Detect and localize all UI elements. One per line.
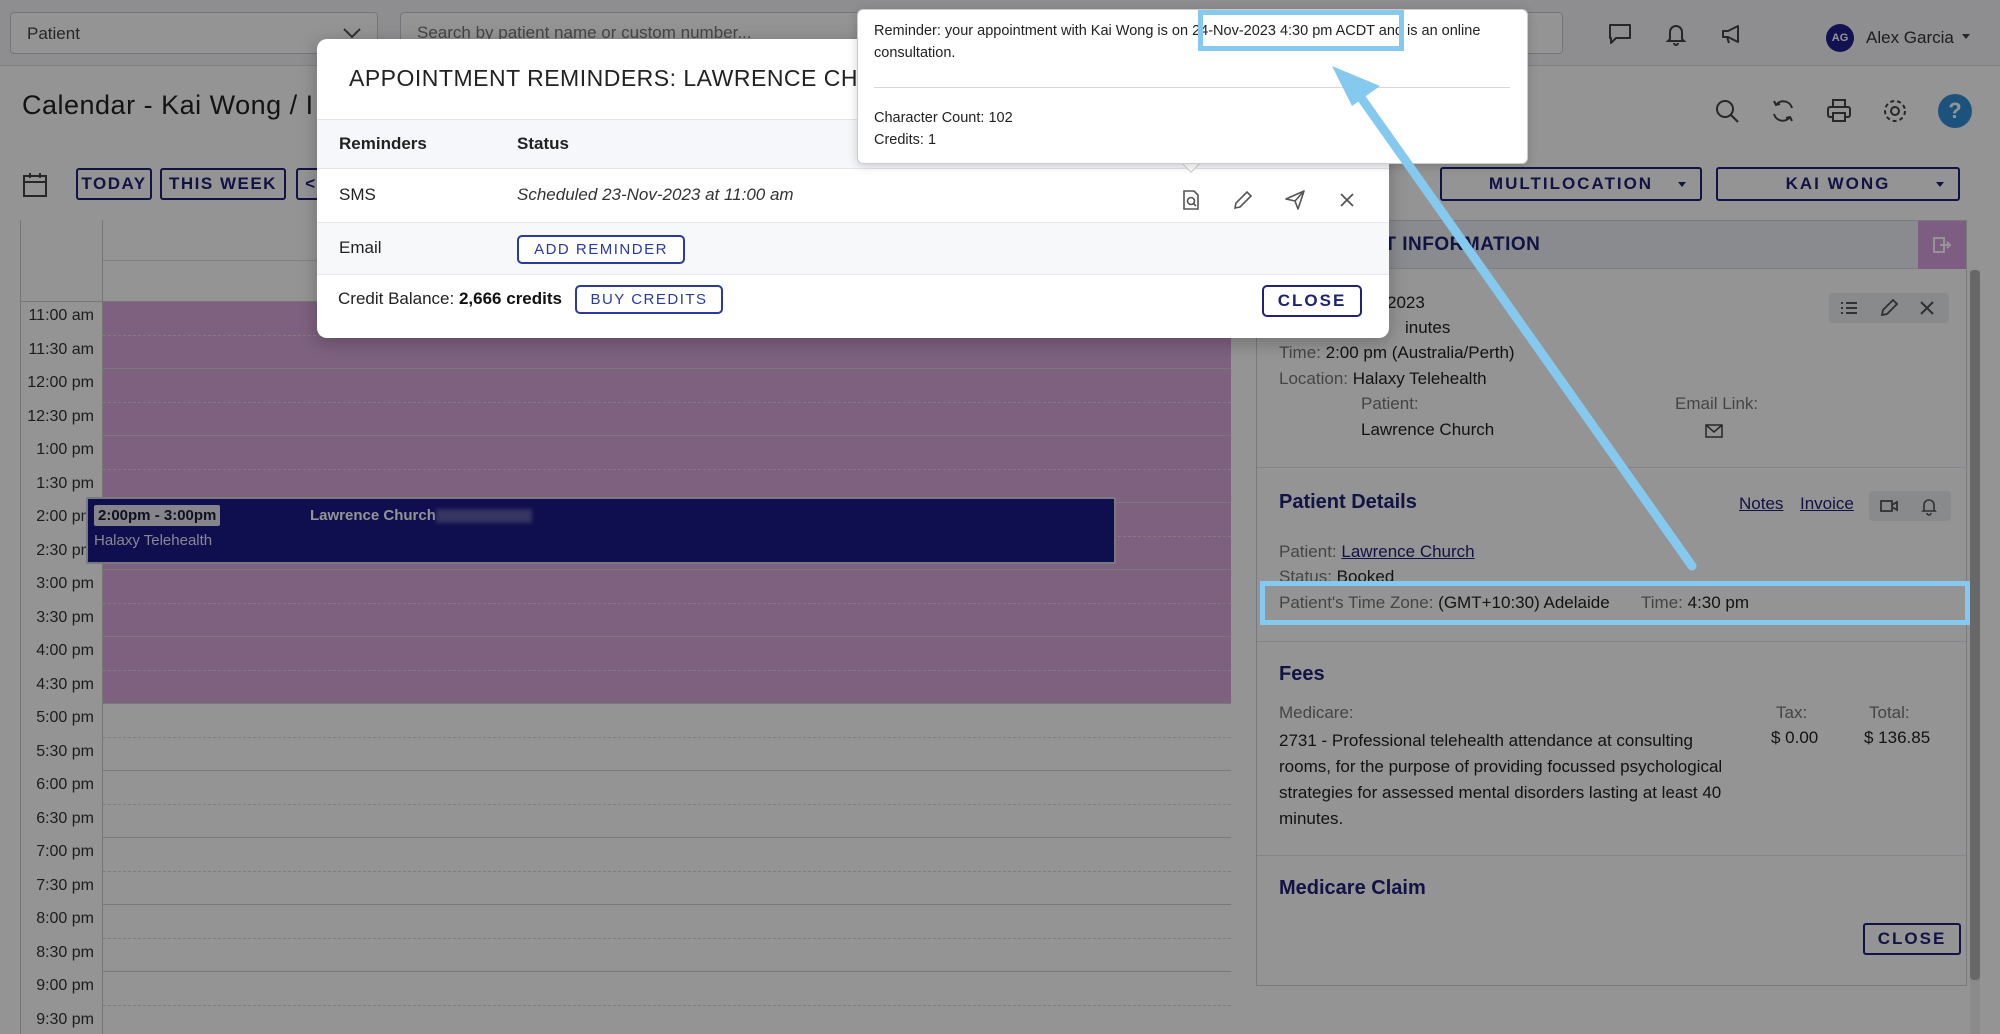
credit-balance: Credit Balance: 2,666 credits: [338, 289, 562, 309]
credits-count: Credits: 1: [874, 132, 937, 148]
edit-icon[interactable]: [1232, 189, 1254, 211]
credit-balance-value: 2,666 credits: [458, 289, 562, 308]
tooltip-divider: [874, 87, 1510, 88]
close-icon[interactable]: [1336, 189, 1358, 211]
reminder-row-email: Email: [317, 223, 1389, 275]
send-icon[interactable]: [1284, 189, 1306, 211]
modal-title: APPOINTMENT REMINDERS: LAWRENCE CHUR: [349, 65, 893, 91]
add-reminder-button[interactable]: ADD REMINDER: [517, 235, 685, 264]
reminder-status: Scheduled 23-Nov-2023 at 11:00 am: [517, 185, 794, 204]
reminder-type: SMS: [339, 185, 376, 204]
preview-icon[interactable]: [1180, 189, 1202, 211]
buy-credits-button[interactable]: BUY CREDITS: [575, 285, 723, 314]
reminder-message-preview: Reminder: your appointment with Kai Wong…: [874, 23, 1481, 61]
reminder-row-sms: SMS Scheduled 23-Nov-2023 at 11:00 am: [317, 169, 1389, 223]
modal-close-button[interactable]: CLOSE: [1262, 285, 1362, 317]
reminder-type: Email: [339, 238, 382, 257]
col-status: Status: [517, 134, 569, 153]
col-reminders: Reminders: [339, 134, 427, 153]
sms-preview-tooltip: Reminder: your appointment with Kai Wong…: [857, 9, 1528, 164]
credit-balance-label: Credit Balance:: [338, 289, 455, 308]
highlight-box-patient-timezone: [1260, 581, 1970, 625]
highlight-box-reminder-time: [1198, 10, 1404, 51]
character-count: Character Count: 102: [874, 110, 1013, 126]
